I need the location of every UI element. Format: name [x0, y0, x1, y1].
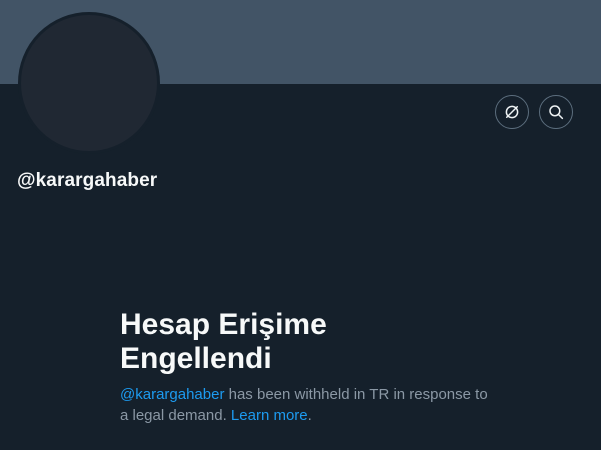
withheld-message: @karargahaber has been withheld in TR in…: [120, 384, 500, 426]
withheld-message-end: .: [307, 407, 312, 424]
withheld-notice: Hesap Erişime Engellendi @karargahaber h…: [120, 308, 500, 426]
avatar: [18, 12, 160, 154]
search-icon: [549, 105, 564, 120]
handle-link[interactable]: @karargahaber: [120, 386, 224, 403]
withheld-title-line1: Hesap Erişime: [120, 308, 327, 341]
profile-page: @karargahaber Hesap Erişime Engellendi @…: [0, 0, 601, 450]
no-sync-circle-icon: [505, 105, 519, 119]
withheld-title: Hesap Erişime Engellendi: [120, 308, 500, 376]
learn-more-link[interactable]: Learn more: [231, 407, 308, 424]
disabled-sync-button[interactable]: [495, 95, 529, 129]
profile-handle: @karargahaber: [17, 170, 158, 191]
withheld-title-line2: Engellendi: [120, 342, 272, 375]
search-button[interactable]: [539, 95, 573, 129]
